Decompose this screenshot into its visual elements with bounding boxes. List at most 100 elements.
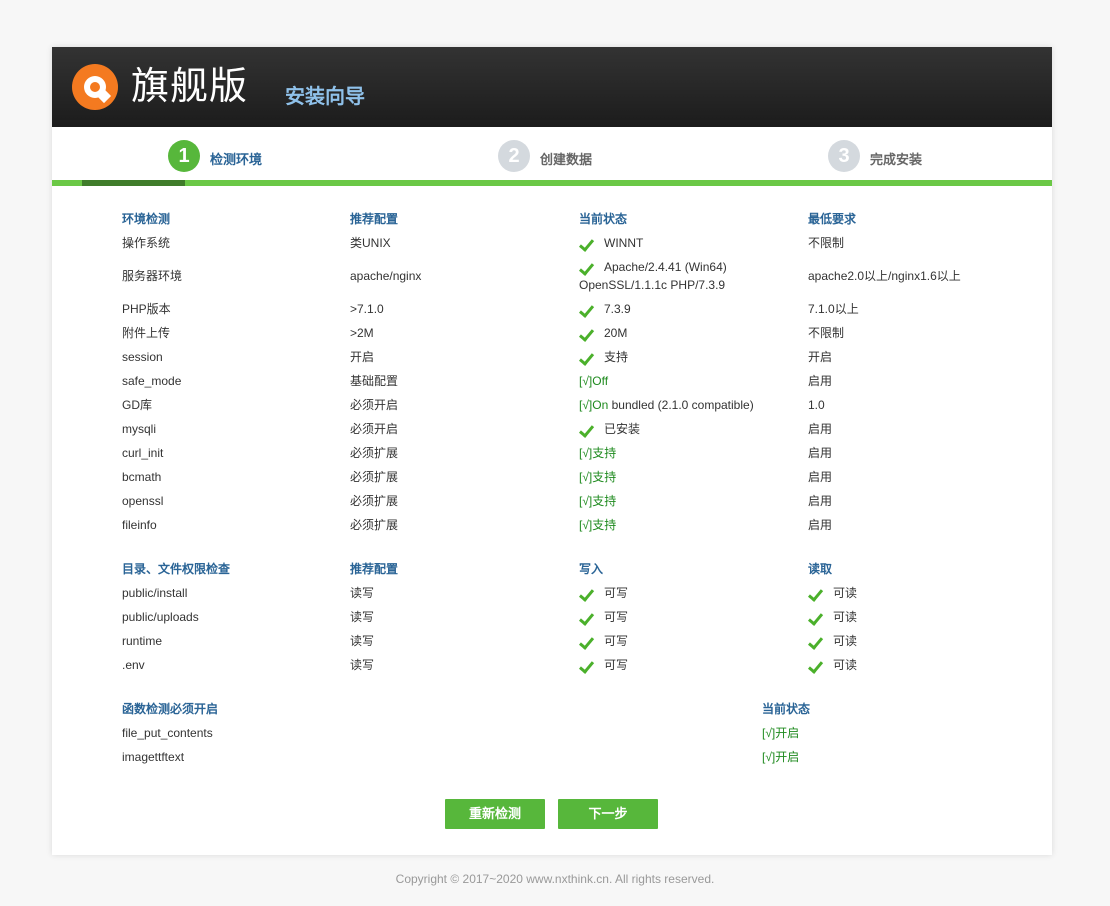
env-recommended: >7.1.0 <box>350 302 384 316</box>
env-status: 7.3.9 <box>579 297 631 321</box>
step-number: 1 <box>168 140 200 172</box>
installer-panel: 旗舰版 安装向导 1 检测环境 2 创建数据 3 完成安装 环境检测 推荐配置 … <box>52 47 1052 855</box>
table-row: runtime 读写 可写 可读 <box>122 629 1022 653</box>
env-recommended: 必须开启 <box>350 422 399 436</box>
table-row: .env 读写 可写 可读 <box>122 653 1022 677</box>
env-minimum: 启用 <box>808 446 833 460</box>
env-recommended: 必须扩展 <box>350 446 399 460</box>
check-icon <box>581 588 595 598</box>
check-icon <box>581 352 595 362</box>
table-row: 操作系统 类UNIX WINNT 不限制 <box>122 231 1022 255</box>
dir-read: 可读 <box>808 629 857 653</box>
check-icon <box>810 612 824 622</box>
env-status: [√]支持 <box>579 518 617 532</box>
col-header: 环境检测 <box>122 212 171 226</box>
env-name: mysqli <box>122 422 157 436</box>
env-name: GD库 <box>122 398 153 412</box>
table-row: GD库 必须开启 [√]On bundled (2.1.0 compatible… <box>122 393 1022 417</box>
check-icon <box>810 660 824 670</box>
env-recommended: >2M <box>350 326 374 340</box>
dir-path: runtime <box>122 634 163 648</box>
env-status: 20M <box>579 321 627 345</box>
header-bar: 旗舰版 安装向导 <box>52 47 1052 127</box>
env-name: openssl <box>122 494 164 508</box>
env-minimum: 1.0 <box>808 398 825 412</box>
col-header: 推荐配置 <box>350 212 399 226</box>
col-header: 写入 <box>579 562 604 576</box>
table-row: openssl 必须扩展 [√]支持 启用 <box>122 489 1022 513</box>
step-label: 检测环境 <box>210 152 263 167</box>
check-icon <box>581 262 595 272</box>
env-minimum: 启用 <box>808 518 833 532</box>
check-icon <box>581 238 595 248</box>
step-number: 3 <box>828 140 860 172</box>
env-status: [√]支持 <box>579 494 617 508</box>
table-row: public/install 读写 可写 可读 <box>122 581 1022 605</box>
dir-read: 可读 <box>808 653 857 677</box>
col-header: 目录、文件权限检查 <box>122 562 231 576</box>
progress-fill <box>82 180 185 186</box>
env-minimum: 7.1.0以上 <box>808 302 859 316</box>
env-name: PHP版本 <box>122 302 171 316</box>
dir-recommended: 读写 <box>350 634 375 648</box>
dir-recommended: 读写 <box>350 658 375 672</box>
next-step-button[interactable]: 下一步 <box>558 799 658 829</box>
env-name: curl_init <box>122 446 164 460</box>
table-row: safe_mode 基础配置 [√]Off 启用 <box>122 369 1022 393</box>
table-row: file_put_contents [√]开启 <box>122 721 1022 745</box>
func-table: 函数检测必须开启 当前状态 file_put_contents [√]开启 im… <box>122 697 1022 769</box>
env-recommended: 必须扩展 <box>350 518 399 532</box>
table-row: 附件上传 >2M 20M 不限制 <box>122 321 1022 345</box>
dir-write: 可写 <box>579 629 628 653</box>
check-icon <box>581 328 595 338</box>
table-row: public/uploads 读写 可写 可读 <box>122 605 1022 629</box>
dir-read: 可读 <box>808 605 857 629</box>
env-minimum: 启用 <box>808 374 833 388</box>
check-icon <box>581 304 595 314</box>
func-status: [√]开启 <box>762 750 800 764</box>
dir-recommended: 读写 <box>350 586 375 600</box>
col-header: 推荐配置 <box>350 562 399 576</box>
col-header: 读取 <box>808 562 833 576</box>
env-name: fileinfo <box>122 518 157 532</box>
dir-write: 可写 <box>579 581 628 605</box>
env-name: bcmath <box>122 470 162 484</box>
table-row: bcmath 必须扩展 [√]支持 启用 <box>122 465 1022 489</box>
env-recommended: 必须扩展 <box>350 470 399 484</box>
step-label: 创建数据 <box>540 152 593 167</box>
env-table: 环境检测 推荐配置 当前状态 最低要求 操作系统 类UNIX WINNT 不限制… <box>122 207 1022 537</box>
col-header: 最低要求 <box>808 212 857 226</box>
table-header: 函数检测必须开启 当前状态 <box>122 697 1022 721</box>
env-recommended: 必须开启 <box>350 398 399 412</box>
dir-path: public/install <box>122 586 188 600</box>
col-header: 当前状态 <box>579 212 628 226</box>
func-name: imagettftext <box>122 750 185 764</box>
env-name: 服务器环境 <box>122 269 183 283</box>
func-name: file_put_contents <box>122 726 213 740</box>
env-minimum: 启用 <box>808 470 833 484</box>
env-minimum: 不限制 <box>808 236 845 250</box>
env-minimum: 开启 <box>808 350 833 364</box>
env-name: session <box>122 350 163 364</box>
dir-recommended: 读写 <box>350 610 375 624</box>
table-row: PHP版本 >7.1.0 7.3.9 7.1.0以上 <box>122 297 1022 321</box>
recheck-button[interactable]: 重新检测 <box>445 799 545 829</box>
dir-path: public/uploads <box>122 610 199 624</box>
env-minimum: 启用 <box>808 494 833 508</box>
step-indicator: 1 检测环境 2 创建数据 3 完成安装 <box>52 127 1052 181</box>
page-subtitle: 安装向导 <box>285 86 365 108</box>
check-icon <box>581 660 595 670</box>
table-row: curl_init 必须扩展 [√]支持 启用 <box>122 441 1022 465</box>
env-status: 已安装 <box>579 417 640 441</box>
env-minimum: 不限制 <box>808 326 845 340</box>
env-status: Apache/2.4.41 (Win64) OpenSSL/1.1.1c PHP… <box>579 260 727 292</box>
env-minimum: apache2.0以上/nginx1.6以上 <box>808 269 961 283</box>
env-recommended: 基础配置 <box>350 374 399 388</box>
dir-table: 目录、文件权限检查 推荐配置 写入 读取 public/install 读写 可… <box>122 557 1022 677</box>
table-header: 目录、文件权限检查 推荐配置 写入 读取 <box>122 557 1022 581</box>
env-status: [√]支持 <box>579 470 617 484</box>
env-name: 操作系统 <box>122 236 171 250</box>
env-recommended: 类UNIX <box>350 236 391 250</box>
brand-title: 旗舰版 <box>131 64 249 108</box>
footer-copyright: Copyright © 2017~2020 www.nxthink.cn. Al… <box>395 872 715 886</box>
